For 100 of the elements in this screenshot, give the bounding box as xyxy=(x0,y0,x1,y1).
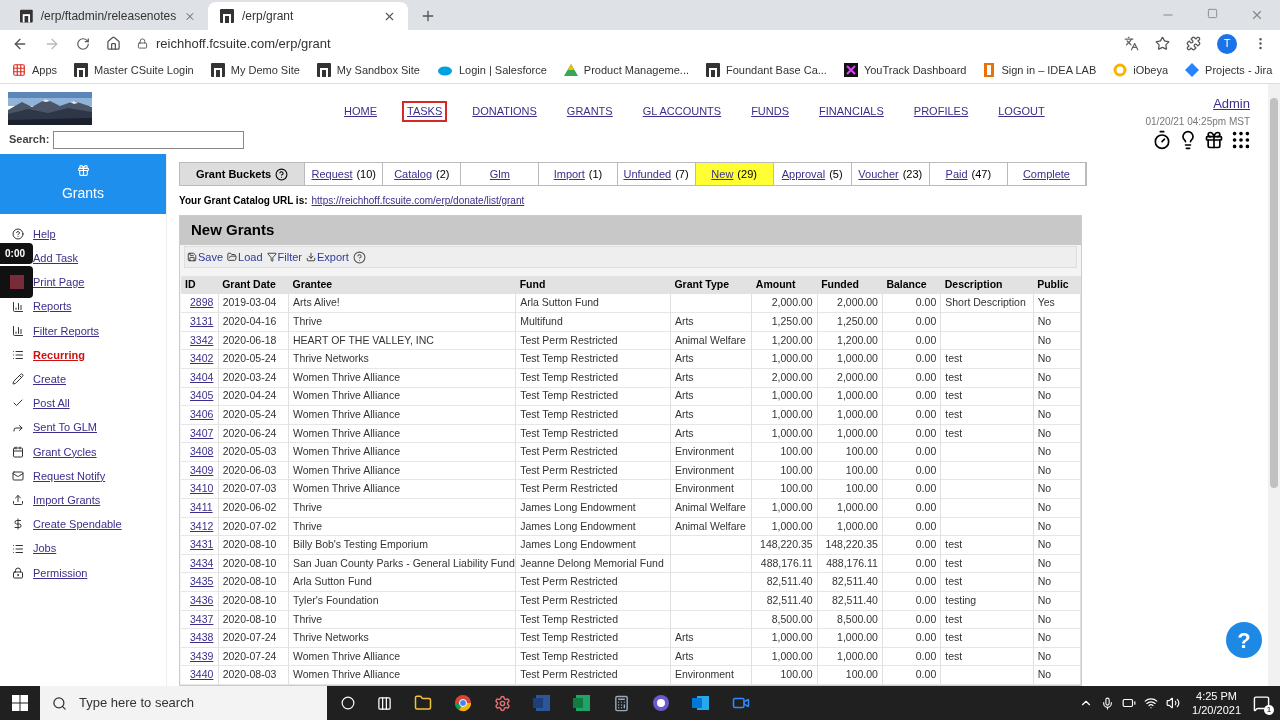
grant-id-link[interactable]: 3437 xyxy=(185,612,214,625)
excel-icon[interactable] xyxy=(573,694,591,712)
toolbar-button[interactable]: Export xyxy=(306,248,349,266)
grant-id-link[interactable]: 3409 xyxy=(185,463,214,476)
clock-date[interactable]: 1/20/2021 xyxy=(1192,703,1241,717)
wifi-icon[interactable] xyxy=(1144,696,1159,710)
stopwatch-icon[interactable] xyxy=(1152,129,1172,150)
gear-icon[interactable] xyxy=(494,694,511,712)
notifications-icon[interactable] xyxy=(1253,694,1270,712)
outlook-icon[interactable] xyxy=(692,694,710,712)
grant-id-link[interactable]: 3405 xyxy=(185,389,214,402)
browser-tab[interactable]: /erp/ftadmin/releasenotes xyxy=(8,2,208,30)
nav-link[interactable]: HOME xyxy=(340,102,381,121)
bookmark[interactable]: Projects - Jira xyxy=(1185,61,1273,79)
help-icon[interactable] xyxy=(352,250,366,264)
grant-id-link[interactable]: 3440 xyxy=(185,668,214,681)
sidebar-link[interactable]: Reports xyxy=(33,298,72,315)
toolbar-button[interactable]: Save xyxy=(187,248,224,266)
catalog-url-link[interactable]: https://reichhoff.fcsuite.com/erp/donate/list/grant xyxy=(311,193,525,209)
scrollbar[interactable] xyxy=(1268,84,1280,686)
profile-avatar[interactable]: T xyxy=(1217,33,1237,54)
grant-id-link[interactable]: 3406 xyxy=(185,408,214,420)
nav-link[interactable]: GRANTS xyxy=(562,102,617,121)
cortana-icon[interactable] xyxy=(341,696,355,710)
table-cell: 2020-06-18 xyxy=(222,333,277,346)
grant-id-link[interactable]: 3404 xyxy=(185,370,214,383)
sidebar-link[interactable]: Filter Reports xyxy=(33,322,100,340)
grant-id-link[interactable]: 3411 xyxy=(185,501,213,513)
bookmark[interactable]: Sign in – IDEA LAB xyxy=(983,61,1097,79)
toolbar-button[interactable]: Filter xyxy=(266,248,302,266)
search-icon xyxy=(52,695,67,711)
bookmark[interactable]: Product Manageme... xyxy=(563,61,689,79)
grant-id-link[interactable]: 3342 xyxy=(185,333,214,346)
grant-id-link[interactable]: 3438 xyxy=(185,631,214,644)
sidebar-link[interactable]: Grant Cycles xyxy=(33,443,97,461)
folder-icon[interactable] xyxy=(414,694,432,712)
translate-icon[interactable] xyxy=(1124,36,1139,51)
bookmark[interactable]: My Demo Site xyxy=(210,61,300,79)
sidebar-link[interactable]: Post All xyxy=(33,395,70,412)
grant-id-link[interactable]: 3434 xyxy=(185,556,214,569)
grant-id-link[interactable]: 3431 xyxy=(185,538,214,551)
new-tab-icon[interactable] xyxy=(420,8,436,24)
calculator-icon[interactable] xyxy=(613,694,630,712)
sidebar-link[interactable]: Sent To GLM xyxy=(33,419,97,436)
search-field[interactable] xyxy=(53,130,245,149)
star-icon[interactable] xyxy=(1155,36,1170,51)
gift-icon[interactable] xyxy=(1204,129,1224,150)
grant-id-link[interactable]: 3408 xyxy=(185,445,214,458)
sidebar-link[interactable]: Import Grants xyxy=(33,491,101,509)
nav-link[interactable]: PROFILES xyxy=(909,102,973,121)
taskbar-search-field[interactable]: Type here to search xyxy=(40,686,327,720)
sidebar-link[interactable]: Jobs xyxy=(33,540,57,557)
extensions-icon[interactable] xyxy=(1186,36,1201,51)
sidebar-link[interactable]: Create xyxy=(33,371,67,388)
help-button[interactable]: ? xyxy=(1226,622,1262,658)
sidebar-link[interactable]: Add Task xyxy=(33,250,79,267)
windows-logo-icon[interactable] xyxy=(12,695,28,711)
grant-id-link[interactable]: 3435 xyxy=(185,575,214,588)
bookmark[interactable]: My Sandbox Site xyxy=(316,61,420,79)
grant-id-link[interactable]: 3402 xyxy=(185,352,214,365)
home-icon[interactable] xyxy=(106,36,121,51)
chrome-icon[interactable] xyxy=(454,694,472,712)
table-cell: No xyxy=(1037,668,1052,681)
nav-link[interactable]: TASKS xyxy=(403,102,447,121)
grant-id-link[interactable]: 3407 xyxy=(185,426,214,439)
sidebar-link[interactable]: Create Spendable xyxy=(33,516,122,533)
bookmark[interactable]: YouTrack Dashboard xyxy=(843,61,967,79)
nav-link[interactable]: FUNDS xyxy=(747,102,794,121)
task-view-icon[interactable] xyxy=(377,695,392,711)
nav-link[interactable]: GL ACCOUNTS xyxy=(638,102,726,121)
microphone-icon[interactable] xyxy=(1101,696,1115,710)
sidebar-link[interactable]: Recurring xyxy=(33,346,85,364)
toolbar-button[interactable]: Load xyxy=(227,248,263,266)
grant-id-link[interactable]: 3412 xyxy=(185,519,214,532)
battery-icon[interactable] xyxy=(1122,696,1137,710)
help-icon[interactable] xyxy=(275,167,289,181)
nav-link[interactable]: DONATIONS xyxy=(468,102,541,121)
grant-id-link[interactable]: 3410 xyxy=(185,482,214,495)
user-link[interactable]: Admin xyxy=(1213,94,1250,114)
sidebar-link[interactable]: Request Notify xyxy=(33,467,106,485)
grant-id-link[interactable]: 2898 xyxy=(185,296,214,309)
bookmark[interactable]: Login | Salesforce xyxy=(437,61,547,79)
grant-id-link[interactable]: 3131 xyxy=(185,315,214,328)
sidebar-link[interactable]: Permission xyxy=(33,564,88,581)
speaker-icon[interactable] xyxy=(1166,696,1181,710)
bookmark[interactable]: Foundant Base Ca... xyxy=(706,61,827,79)
clock-time[interactable]: 4:25 PM xyxy=(1196,689,1237,703)
table-cell: 0.00 xyxy=(915,575,937,588)
grant-id-link[interactable]: 3436 xyxy=(185,593,214,606)
sidebar-link[interactable]: Print Page xyxy=(33,274,85,291)
reload-icon[interactable] xyxy=(76,36,90,51)
bucket-tab[interactable]: New (29) xyxy=(695,163,774,186)
bookmark[interactable]: iObeya xyxy=(1113,61,1169,79)
bookmark[interactable]: Master CSuite Login xyxy=(74,61,194,79)
grant-id-link[interactable]: 3439 xyxy=(185,649,214,662)
browser-tab[interactable]: /erp/grant xyxy=(208,2,408,30)
sidebar-link[interactable]: Help xyxy=(33,225,56,243)
nav-link[interactable]: LOGOUT xyxy=(994,102,1049,121)
bookmark[interactable]: Apps xyxy=(12,61,58,79)
nav-link[interactable]: FINANCIALS xyxy=(815,102,888,121)
